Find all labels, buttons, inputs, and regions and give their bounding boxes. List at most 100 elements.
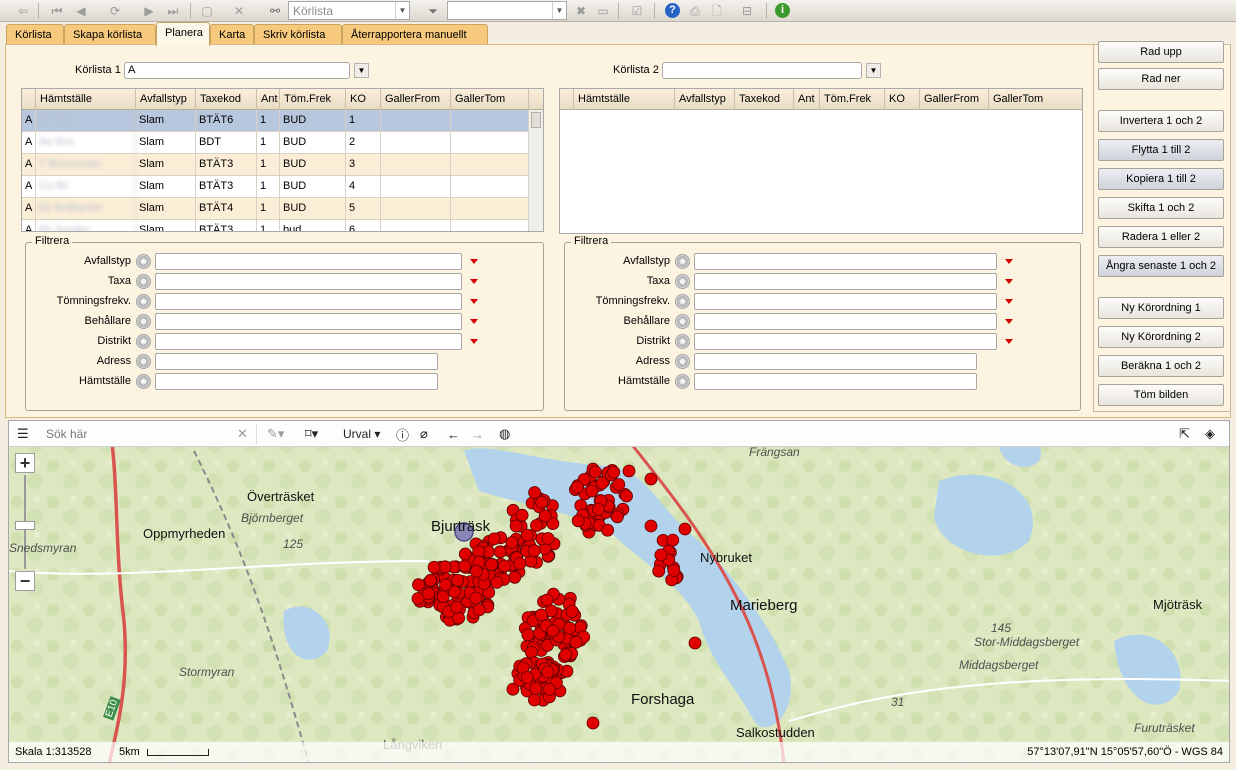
collection-point-marker[interactable] bbox=[559, 648, 573, 662]
export-icon[interactable]: ⊟ bbox=[738, 2, 756, 19]
chevron-down-icon[interactable] bbox=[1001, 274, 1016, 289]
collection-point-marker[interactable] bbox=[667, 564, 681, 577]
next-record-icon[interactable]: ▶ bbox=[140, 2, 158, 19]
chevron-down-icon[interactable]: ▼ bbox=[395, 2, 409, 19]
table-row[interactable]: A Ek Sorden Slam BTÄT3 1 bud 6 bbox=[22, 220, 529, 231]
chevron-down-icon[interactable] bbox=[466, 294, 481, 309]
collection-point-marker[interactable] bbox=[538, 509, 552, 523]
table-row[interactable]: AT Bcbouman Slam BTÄT3 1 BUD 3 bbox=[22, 154, 529, 176]
list1-combo[interactable]: A bbox=[124, 62, 350, 79]
scrollbar-thumb[interactable] bbox=[531, 112, 541, 128]
bookmark-icon[interactable]: ⌑▾ bbox=[305, 425, 318, 443]
collection-point-marker[interactable] bbox=[424, 573, 438, 587]
gear-icon[interactable] bbox=[675, 334, 690, 349]
col-header-avfallstyp[interactable]: Avfallstyp bbox=[675, 89, 735, 110]
table-row[interactable]: A Ek Brdbarton Slam BTÄT4 1 BUD 5 bbox=[22, 198, 529, 220]
print-icon[interactable]: ⎙ bbox=[686, 2, 704, 19]
collection-point-marker[interactable] bbox=[654, 548, 668, 562]
action-button[interactable]: Radera 1 eller 2 bbox=[1098, 226, 1224, 248]
chevron-down-icon[interactable] bbox=[1001, 254, 1016, 269]
collection-point-marker[interactable] bbox=[595, 476, 609, 490]
collection-point-marker[interactable] bbox=[528, 693, 541, 707]
route-list-1-grid[interactable]: Hämtställe Avfallstyp Taxekod Ant Töm.Fr… bbox=[21, 88, 544, 232]
col-header-taxekod[interactable]: Taxekod bbox=[196, 89, 257, 110]
zoom-in-button[interactable]: + bbox=[15, 453, 35, 473]
tab-korlista[interactable]: Körlista bbox=[6, 24, 64, 45]
gear-icon[interactable] bbox=[675, 374, 690, 389]
binoculars-icon[interactable]: ⚯ bbox=[266, 2, 284, 19]
filter-input[interactable] bbox=[694, 273, 997, 290]
action-button[interactable]: Töm bilden bbox=[1098, 384, 1224, 406]
gear-icon[interactable] bbox=[136, 294, 151, 309]
collection-point-marker[interactable] bbox=[530, 519, 543, 532]
table-row[interactable]: A Ae Bcs Slam BDT 1 BUD 2 bbox=[22, 132, 529, 154]
action-button[interactable]: Flytta 1 till 2 bbox=[1098, 139, 1224, 161]
collection-point-marker[interactable] bbox=[535, 608, 548, 622]
collection-point-marker[interactable] bbox=[422, 587, 435, 601]
collection-point-marker[interactable] bbox=[546, 624, 560, 638]
col-header-gallertom[interactable]: GallerTom bbox=[451, 89, 529, 110]
collection-point-marker[interactable] bbox=[571, 480, 584, 494]
filter-input[interactable] bbox=[155, 313, 462, 330]
col-header-hamtstalle[interactable]: Hämtställe bbox=[574, 89, 675, 110]
collection-point-marker[interactable] bbox=[592, 503, 605, 516]
col-header-taxekod[interactable]: Taxekod bbox=[735, 89, 794, 110]
collection-point-marker[interactable] bbox=[485, 558, 499, 572]
measure-icon[interactable]: ⌀ bbox=[420, 425, 428, 443]
collection-point-marker[interactable] bbox=[541, 532, 555, 545]
collection-point-marker[interactable] bbox=[620, 489, 633, 503]
collection-point-marker[interactable] bbox=[666, 533, 680, 547]
col-header-hamtstalle[interactable]: Hämtställe bbox=[36, 89, 136, 110]
collection-point-marker[interactable] bbox=[497, 559, 511, 573]
action-button[interactable]: Invertera 1 och 2 bbox=[1098, 110, 1224, 132]
check-icon[interactable]: ☑ bbox=[628, 2, 646, 19]
collection-point-marker[interactable] bbox=[513, 557, 527, 570]
collection-point-marker[interactable] bbox=[540, 593, 554, 607]
globe-icon[interactable]: ◍ bbox=[499, 425, 510, 443]
previous-record-icon[interactable]: ◀ bbox=[72, 2, 90, 19]
collection-point-marker[interactable] bbox=[490, 575, 504, 589]
col-header-gallerfrom[interactable]: GallerFrom bbox=[920, 89, 989, 110]
collection-point-marker[interactable] bbox=[505, 536, 519, 549]
collection-point-marker[interactable] bbox=[520, 528, 534, 542]
gear-icon[interactable] bbox=[136, 314, 151, 329]
chevron-down-icon[interactable] bbox=[1001, 294, 1016, 309]
tab-skriv-korlista[interactable]: Skriv körlista bbox=[254, 24, 342, 45]
chevron-down-icon[interactable] bbox=[466, 254, 481, 269]
collection-point-marker[interactable] bbox=[569, 635, 583, 649]
tab-planera[interactable]: Planera bbox=[156, 22, 210, 46]
filter-input[interactable] bbox=[694, 353, 977, 370]
filter-input[interactable] bbox=[155, 373, 438, 390]
collection-point-marker[interactable] bbox=[565, 604, 579, 618]
gear-icon[interactable] bbox=[136, 334, 151, 349]
chevron-down-icon[interactable]: ▼ bbox=[354, 63, 369, 78]
chevron-down-icon[interactable] bbox=[1001, 334, 1016, 349]
collection-point-marker[interactable] bbox=[563, 621, 577, 635]
collection-point-marker[interactable] bbox=[535, 495, 549, 509]
pencil-icon[interactable]: ✎▾ bbox=[267, 425, 284, 443]
gear-icon[interactable] bbox=[136, 274, 151, 289]
collection-point-marker[interactable] bbox=[508, 570, 522, 584]
action-button[interactable]: Ny Körordning 2 bbox=[1098, 326, 1224, 348]
action-button[interactable]: Ångra senaste 1 och 2 bbox=[1098, 255, 1224, 277]
menu-icon[interactable]: ☰ bbox=[17, 425, 29, 443]
layers-icon[interactable]: ◈ bbox=[1205, 425, 1215, 443]
collection-point-marker[interactable] bbox=[586, 716, 600, 730]
action-button[interactable]: Rad ner bbox=[1098, 68, 1224, 90]
chevron-down-icon[interactable] bbox=[466, 274, 481, 289]
gear-icon[interactable] bbox=[675, 294, 690, 309]
info-box-icon[interactable]: ⓘ bbox=[396, 425, 409, 443]
info-icon[interactable]: i bbox=[775, 3, 790, 18]
first-record-icon[interactable]: ⏮ bbox=[48, 2, 66, 19]
help-icon[interactable]: ? bbox=[665, 3, 680, 18]
refresh-icon[interactable]: ⟳ bbox=[106, 2, 124, 19]
action-button[interactable]: Ny Körordning 1 bbox=[1098, 297, 1224, 319]
action-button[interactable]: Beräkna 1 och 2 bbox=[1098, 355, 1224, 377]
col-header-ko[interactable]: KO bbox=[346, 89, 381, 110]
collection-point-marker[interactable] bbox=[436, 590, 450, 604]
collection-point-marker[interactable] bbox=[612, 478, 626, 491]
last-record-icon[interactable]: ⏭ bbox=[164, 2, 182, 19]
collection-point-marker[interactable] bbox=[439, 578, 453, 592]
chevron-down-icon[interactable]: ▼ bbox=[552, 2, 566, 19]
col-header-avfallstyp[interactable]: Avfallstyp bbox=[136, 89, 196, 110]
